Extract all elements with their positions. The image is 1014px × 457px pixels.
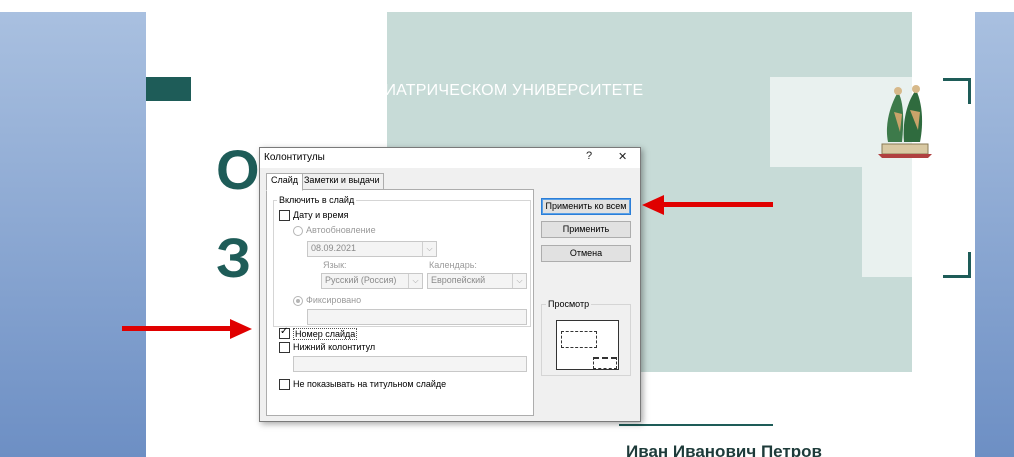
apply-all-button[interactable]: Применить ко всем <box>541 198 631 215</box>
chevron-down-icon: ⌵ <box>422 242 436 256</box>
header-footer-dialog: Колонтитулы ? ✕ Слайд Заметки и выдачи В… <box>259 147 641 422</box>
fixed-label: Фиксировано <box>306 295 362 305</box>
dialog-titlebar[interactable]: Колонтитулы ? ✕ <box>260 148 640 168</box>
editor-left-margin <box>0 12 146 457</box>
date-time-checkbox[interactable] <box>279 210 290 221</box>
slide-author: Иван Иванович Петров <box>626 442 822 457</box>
university-logo <box>878 85 932 158</box>
author-underline <box>619 424 773 426</box>
annotation-arrow-head-left <box>230 319 252 339</box>
language-combo[interactable]: Русский (Россия) ⌵ <box>321 273 423 289</box>
close-icon[interactable]: ✕ <box>618 150 627 163</box>
include-group-label: Включить в слайд <box>277 195 357 205</box>
date-format-combo[interactable]: 08.09.2021 ⌵ <box>307 241 437 257</box>
footer-checkbox[interactable] <box>279 342 290 353</box>
date-format-value: 08.09.2021 <box>311 243 357 253</box>
annotation-arrow-head-top <box>642 195 664 215</box>
slide-title-letter-1: О <box>216 138 260 201</box>
preview-label: Просмотр <box>546 299 592 309</box>
cancel-button[interactable]: Отмена <box>541 245 631 262</box>
preview-placeholder-title <box>561 331 597 348</box>
tab-panel-slide: Включить в слайд Дату и время Автообновл… <box>266 189 534 416</box>
help-button[interactable]: ? <box>586 150 592 162</box>
preview-placeholder-number <box>593 357 617 369</box>
fixed-radio[interactable] <box>293 296 303 306</box>
slide-number-checkbox[interactable] <box>279 326 290 339</box>
corner-bracket-top <box>943 78 971 104</box>
calendar-combo[interactable]: Европейский ⌵ <box>427 273 527 289</box>
slide-subtitle: ОБРАЗОВАНИЕ В ПЕДИАТРИЧЕСКОМ УНИВЕРСИТЕТ… <box>209 82 644 99</box>
tab-slide[interactable]: Слайд <box>266 173 304 191</box>
dialog-title: Колонтитулы <box>264 152 325 163</box>
calendar-value: Европейский <box>431 275 486 285</box>
auto-update-radio[interactable] <box>293 226 303 236</box>
date-time-label: Дату и время <box>293 210 349 220</box>
preview-thumbnail <box>556 320 619 370</box>
slide-number-label: Номер слайда <box>293 328 358 340</box>
footer-text-field[interactable] <box>293 356 527 372</box>
editor-right-margin <box>975 12 1014 457</box>
corner-bracket-bottom <box>943 252 971 278</box>
annotation-arrow-shaft-top <box>663 202 773 207</box>
chevron-down-icon: ⌵ <box>512 274 526 288</box>
tab-notes-handouts[interactable]: Заметки и выдачи <box>299 173 385 190</box>
language-value: Русский (Россия) <box>325 275 397 285</box>
calendar-label: Календарь: <box>429 260 477 270</box>
slide-dark-bar <box>146 77 191 101</box>
apply-button[interactable]: Применить <box>541 221 631 238</box>
annotation-arrow-shaft-left <box>122 326 232 331</box>
slide-light-block-2 <box>862 167 912 277</box>
chevron-down-icon: ⌵ <box>408 274 422 288</box>
language-label: Язык: <box>323 260 347 270</box>
hide-on-title-label: Не показывать на титульном слайде <box>293 379 447 389</box>
hide-on-title-checkbox[interactable] <box>279 379 290 390</box>
footer-label: Нижний колонтитул <box>293 342 376 352</box>
preview-group: Просмотр <box>541 299 631 376</box>
auto-update-label: Автообновление <box>306 225 376 235</box>
slide-title-letter-2: З <box>216 226 252 289</box>
fixed-text-field[interactable] <box>307 309 527 325</box>
